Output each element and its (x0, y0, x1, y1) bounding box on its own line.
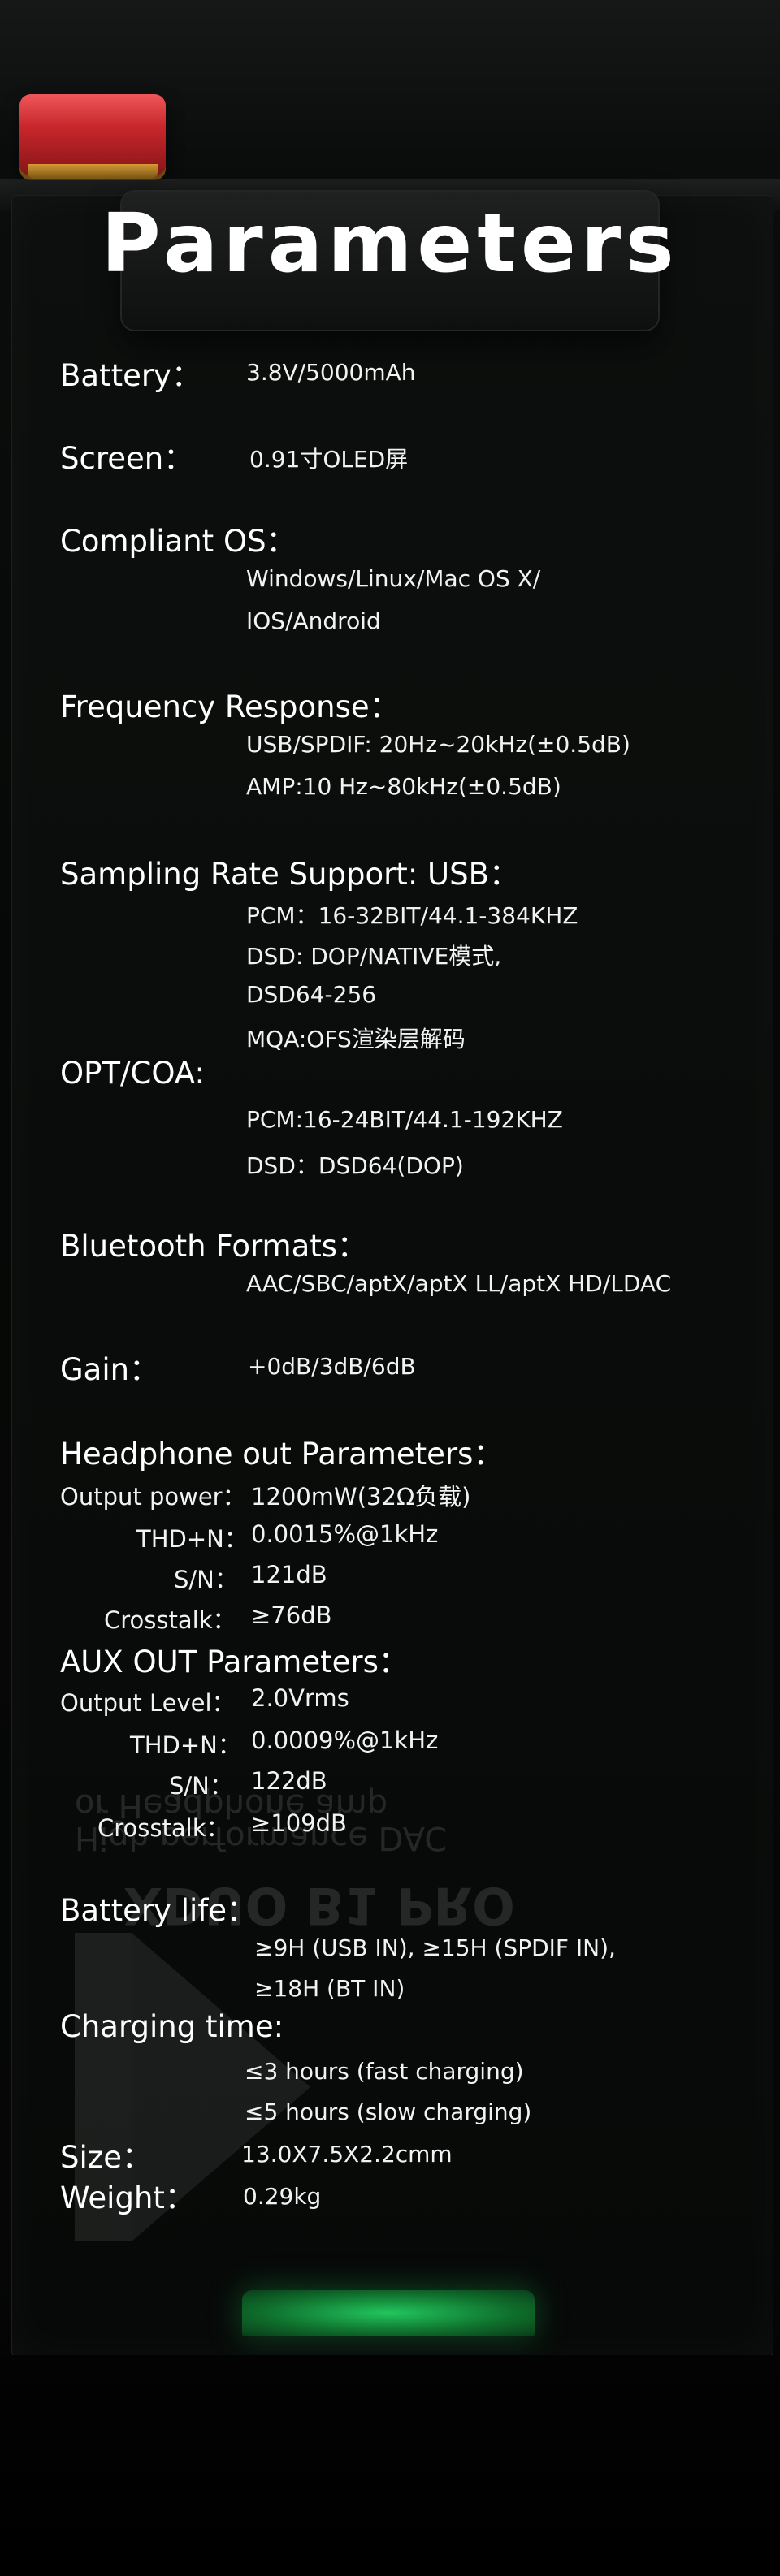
aux-thd-key: THD+N： (130, 1731, 241, 1759)
headphone-output-power-key: Output power： (60, 1483, 246, 1511)
aux-output-level-key: Output Level： (60, 1689, 236, 1717)
bluetooth-value: AAC/SBC/aptX/aptX LL/aptX HD/LDAC (246, 1270, 672, 1297)
battery-value: 3.8V/5000mAh (246, 359, 416, 386)
screen-label: Screen： (60, 441, 194, 476)
bottom-shade (0, 2355, 780, 2576)
sampling-line-3: DSD64-256 (246, 981, 377, 1008)
charging-line-1: ≤3 hours (fast charging) (245, 2058, 524, 2085)
weight-value: 0.29kg (243, 2183, 322, 2210)
frequency-line-2: AMP:10 Hz~80kHz(±0.5dB) (246, 773, 561, 800)
os-line-2: IOS/Android (246, 607, 381, 634)
sampling-line-2: DSD: DOP/NATIVE模式, (246, 943, 502, 970)
volume-knob-image (20, 94, 166, 179)
battery-life-line-1: ≥9H (USB IN), ≥15H (SPDIF IN), (254, 1934, 616, 1961)
headphone-output-power-value: 1200mW(32Ω负载) (251, 1483, 471, 1511)
battery-life-label: Battery life： (60, 1893, 258, 1928)
aux-label: AUX OUT Parameters： (60, 1645, 409, 1679)
aux-crosstalk-value: ≥109dB (251, 1809, 347, 1837)
weight-label: Weight： (60, 2181, 195, 2215)
sampling-label: Sampling Rate Support: USB： (60, 857, 519, 892)
headphone-thd-key: THD+N： (136, 1525, 248, 1553)
gain-value: +0dB/3dB/6dB (248, 1353, 416, 1380)
gain-label: Gain： (60, 1352, 160, 1387)
headphone-sn-value: 121dB (251, 1561, 327, 1588)
green-led-light (242, 2290, 535, 2336)
os-label: Compliant OS： (60, 524, 297, 559)
frequency-label: Frequency Response： (60, 689, 400, 724)
battery-label: Battery： (60, 358, 202, 393)
optcoa-line-2: DSD：DSD64(DOP) (246, 1152, 464, 1179)
size-value: 13.0X7.5X2.2cmm (241, 2141, 453, 2168)
aux-sn-key: S/N： (169, 1772, 233, 1800)
bluetooth-label: Bluetooth Formats： (60, 1229, 368, 1264)
optcoa-label: OPT/COA: (60, 1056, 205, 1091)
headphone-label: Headphone out Parameters： (60, 1437, 504, 1472)
aux-crosstalk-key: Crosstalk： (98, 1814, 230, 1842)
aux-sn-value: 122dB (251, 1767, 327, 1795)
page-title: Parameters (101, 196, 679, 291)
charging-label: Charging time: (60, 2009, 284, 2044)
screen-value: 0.91寸OLED屏 (249, 446, 409, 473)
aux-thd-value: 0.0009%@1kHz (251, 1727, 439, 1754)
headphone-sn-key: S/N： (174, 1566, 238, 1593)
os-line-1: Windows/Linux/Mac OS X/ (246, 565, 541, 592)
headphone-thd-value: 0.0015%@1kHz (251, 1520, 439, 1548)
size-label: Size： (60, 2140, 152, 2175)
sampling-line-1: PCM：16-32BIT/44.1-384KHZ (246, 902, 578, 929)
sampling-line-4: MQA:OFS渲染层解码 (246, 1026, 466, 1052)
charging-line-2: ≤5 hours (slow charging) (245, 2098, 532, 2125)
optcoa-line-1: PCM:16-24BIT/44.1-192KHZ (246, 1106, 563, 1133)
headphone-crosstalk-value: ≥76dB (251, 1601, 332, 1629)
frequency-line-1: USB/SPDIF: 20Hz~20kHz(±0.5dB) (246, 731, 630, 758)
aux-output-level-value: 2.0Vrms (251, 1684, 349, 1712)
battery-life-line-2: ≥18H (BT IN) (254, 1975, 405, 2002)
headphone-crosstalk-key: Crosstalk： (104, 1606, 236, 1634)
